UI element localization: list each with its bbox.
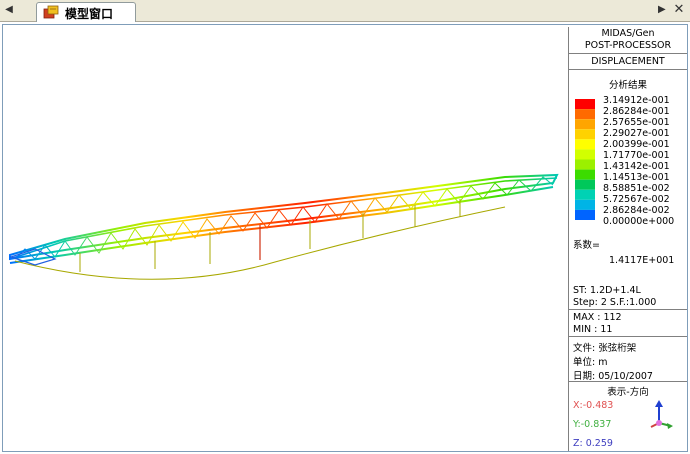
factor-value: 1.4117E+001 (609, 255, 675, 266)
color-scale-value: 2.86284e-001 (603, 106, 670, 117)
legend-divider (569, 381, 687, 382)
color-scale-bar (575, 99, 595, 220)
max-label: MAX : 112 (573, 312, 622, 323)
file-label: 文件: 张弦桁架 (573, 343, 637, 354)
color-swatch (575, 209, 595, 220)
color-swatch (575, 189, 595, 200)
color-scale-value: 8.58851e-002 (603, 183, 670, 194)
truss-model-drawing (9, 173, 559, 280)
date-label: 日期: 05/10/2007 (573, 371, 653, 382)
color-scale-value: 2.29027e-001 (603, 128, 670, 139)
color-scale-value: 5.72567e-002 (603, 194, 670, 205)
legend-divider (569, 336, 687, 337)
legend-divider (569, 69, 687, 70)
color-swatch (575, 169, 595, 180)
color-swatch (575, 199, 595, 210)
legend-header-postprocessor: POST-PROCESSOR (584, 40, 672, 51)
legend-divider (569, 53, 687, 54)
view-axis-icon (650, 400, 673, 429)
step-label: Step: 2 S.F.:1.000 (573, 297, 657, 308)
legend-result-type: DISPLACEMENT (591, 56, 665, 67)
model-window-icon (43, 5, 59, 19)
legend-subtitle: 分析结果 (608, 80, 647, 91)
color-swatch (575, 109, 595, 120)
color-scale-value: 1.14513e-001 (603, 172, 670, 183)
color-scale-swatches (575, 99, 595, 220)
view-y-value: Y:-0.837 (573, 419, 612, 430)
color-scale-value: 2.86284e-002 (603, 205, 670, 216)
color-scale-value: 3.14912e-001 (603, 95, 670, 106)
color-scale-value: 2.00399e-001 (603, 139, 670, 150)
scroll-right-icon[interactable]: ▶ (658, 3, 670, 17)
unit-label: 单位: m (573, 357, 608, 368)
color-swatch (575, 139, 595, 150)
color-swatch (575, 149, 595, 160)
legend-divider (569, 309, 687, 310)
min-label: MIN : 11 (573, 324, 613, 335)
color-swatch (575, 179, 595, 190)
view-x-value: X:-0.483 (573, 400, 614, 411)
view-direction-title: 表示-方向 (607, 387, 649, 398)
factor-label: 系数= (573, 240, 600, 251)
color-swatch (575, 159, 595, 170)
legend-panel: MIDAS/Gen POST-PROCESSOR DISPLACEMENT 分析… (568, 27, 687, 451)
scroll-left-icon[interactable]: ◀ (2, 3, 16, 17)
color-scale-value: 0.00000e+000 (603, 216, 675, 227)
tab-bar: ◀ 模型窗口 ▶ ✕ (0, 0, 690, 22)
tab-label: 模型窗口 (65, 7, 114, 21)
color-swatch (575, 129, 595, 140)
color-swatch (575, 119, 595, 130)
load-case-label: ST: 1.2D+1.4L (573, 285, 641, 296)
model-viewport[interactable] (5, 27, 567, 450)
close-icon[interactable]: ✕ (672, 2, 686, 18)
legend-header-midas: MIDAS/Gen (601, 28, 655, 39)
color-scale-value: 1.71770e-001 (603, 150, 670, 161)
color-scale-value: 1.43142e-001 (603, 161, 670, 172)
tab-model-window[interactable]: 模型窗口 (36, 2, 136, 22)
color-swatch (575, 99, 595, 110)
view-z-value: Z: 0.259 (573, 438, 613, 449)
color-scale-value: 2.57655e-001 (603, 117, 670, 128)
